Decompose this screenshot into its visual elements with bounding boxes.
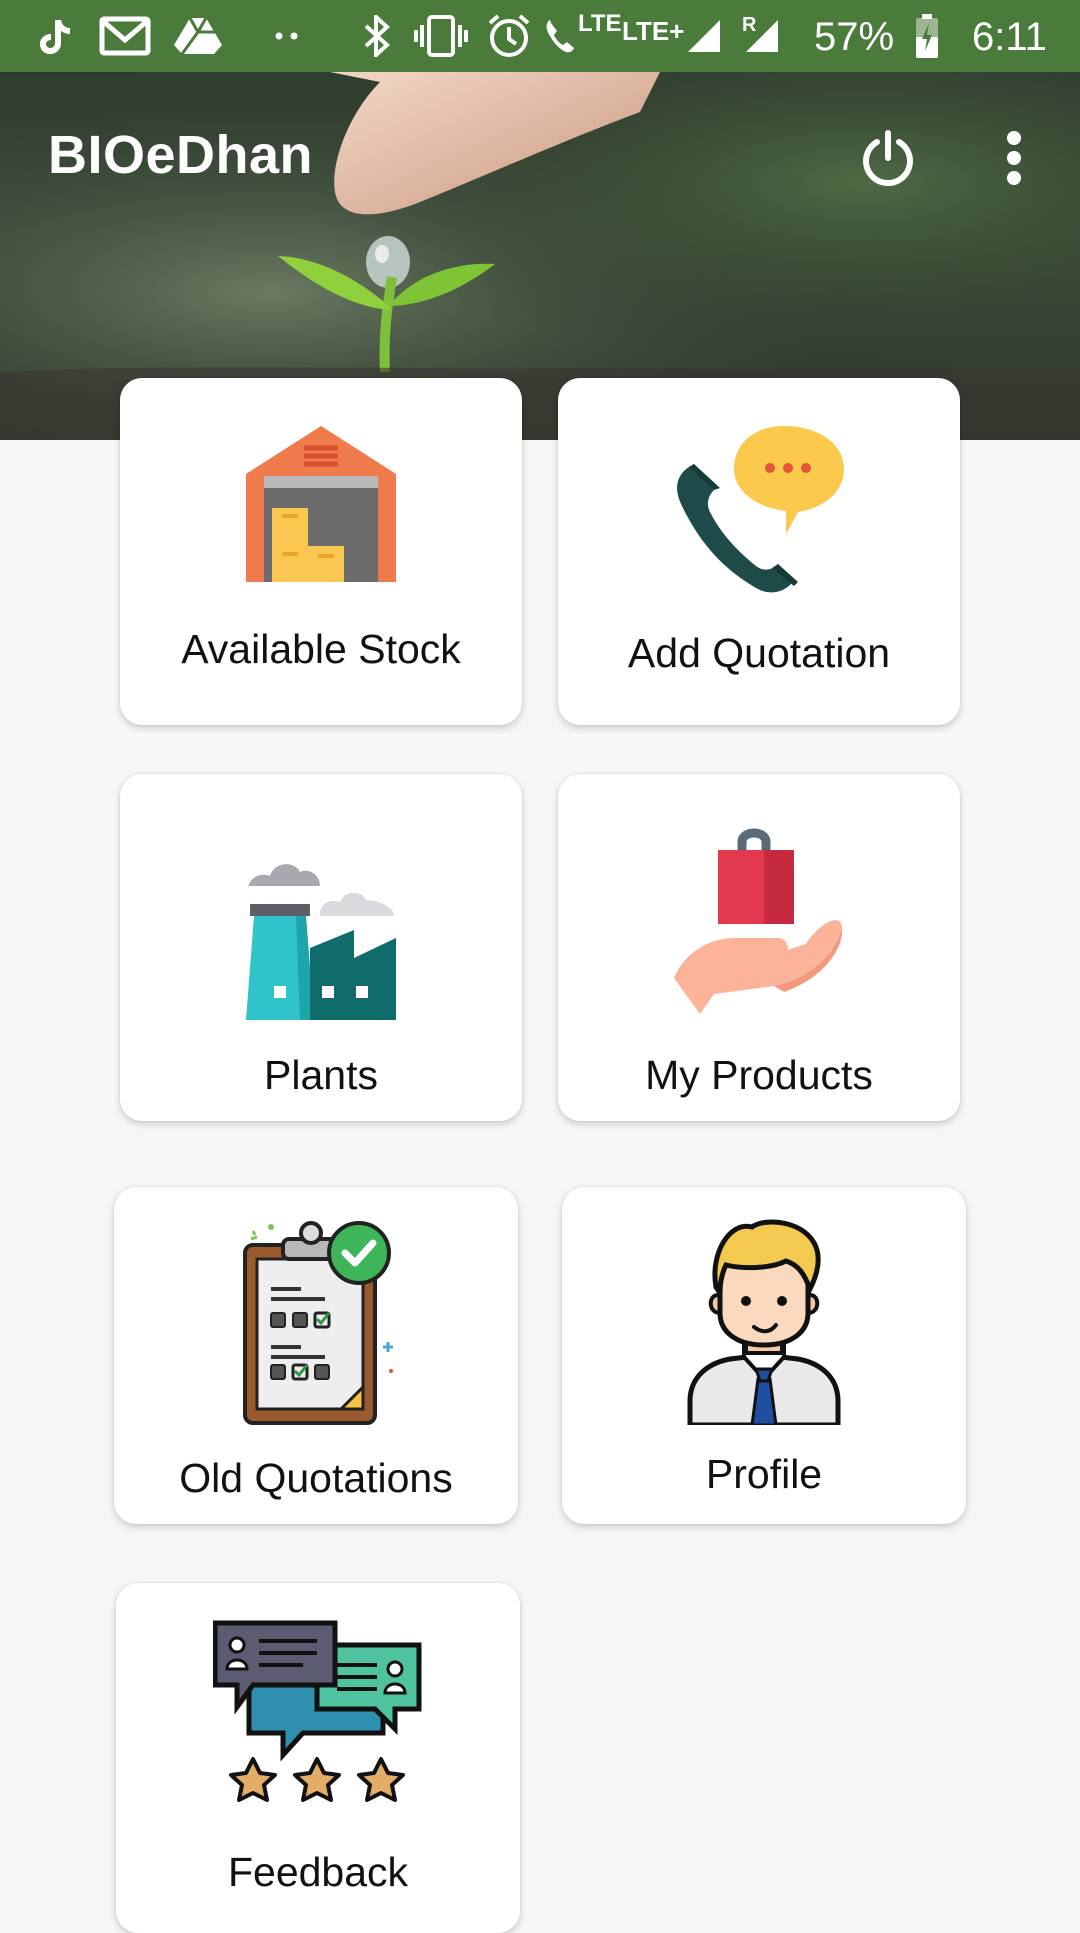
old-quotations-card[interactable]: Old Quotations bbox=[114, 1187, 518, 1524]
old-quotations-label: Old Quotations bbox=[179, 1455, 453, 1501]
my-products-label: My Products bbox=[645, 1052, 873, 1098]
profile-card[interactable]: Profile bbox=[562, 1187, 966, 1524]
available-stock-card[interactable]: Available Stock bbox=[120, 378, 522, 725]
clock: 6:11 bbox=[972, 15, 1047, 59]
signal-roaming-icon bbox=[744, 0, 780, 72]
battery-icon bbox=[912, 0, 942, 72]
clipboard-check-icon bbox=[114, 1217, 518, 1425]
phone-chat-icon bbox=[558, 424, 960, 594]
add-quotation-card[interactable]: Add Quotation bbox=[558, 378, 960, 725]
bluetooth-icon bbox=[360, 0, 394, 72]
vibrate-icon bbox=[412, 0, 470, 72]
businessman-icon bbox=[562, 1217, 966, 1425]
more-vert-icon bbox=[1004, 130, 1024, 191]
overflow-menu-button[interactable] bbox=[984, 124, 1044, 196]
app-title: BIOeDhan bbox=[48, 125, 314, 185]
plants-card[interactable]: Plants bbox=[120, 774, 522, 1121]
feedback-label: Feedback bbox=[227, 1849, 409, 1895]
gmail-icon bbox=[98, 0, 152, 72]
hand-bag-icon bbox=[558, 828, 960, 1014]
tiktok-icon bbox=[34, 0, 74, 72]
factory-icon bbox=[120, 858, 522, 1020]
status-bar: LTE LTE+ R 57% 6:11 bbox=[0, 0, 1080, 72]
alarm-icon bbox=[486, 0, 532, 72]
network-type-1: LTE bbox=[578, 10, 622, 37]
feedback-stars-icon bbox=[116, 1619, 520, 1811]
signal-icon bbox=[686, 0, 722, 72]
network-type-2: LTE+ bbox=[622, 16, 685, 46]
warehouse-icon bbox=[120, 424, 522, 582]
more-notifications-icon bbox=[272, 0, 302, 72]
my-products-card[interactable]: My Products bbox=[558, 774, 960, 1121]
battery-percentage: 57% bbox=[814, 15, 895, 59]
add-quotation-label: Add Quotation bbox=[627, 630, 891, 676]
plants-label: Plants bbox=[264, 1052, 378, 1098]
logout-button[interactable] bbox=[852, 124, 924, 196]
profile-label: Profile bbox=[705, 1451, 823, 1497]
feedback-card[interactable]: Feedback bbox=[116, 1583, 520, 1933]
drive-icon bbox=[172, 0, 224, 72]
power-icon bbox=[858, 128, 918, 193]
available-stock-label: Available Stock bbox=[181, 626, 461, 672]
